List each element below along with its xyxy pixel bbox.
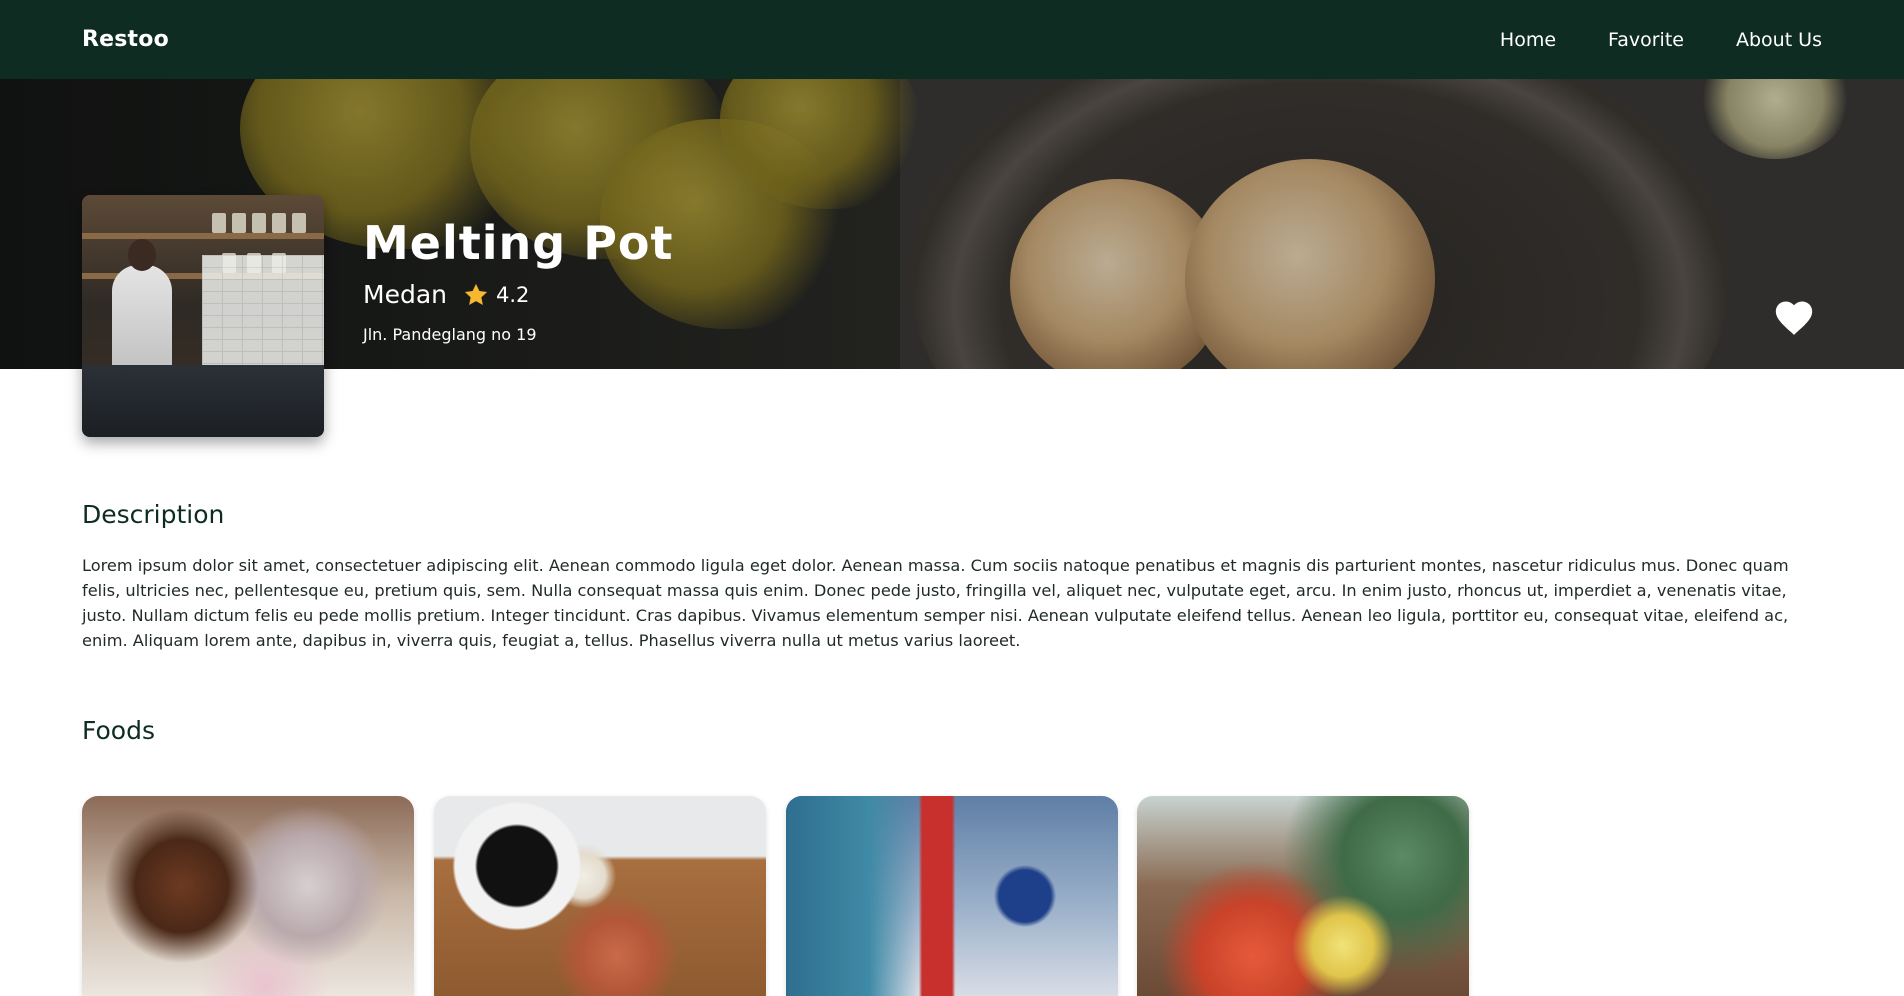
- food-card[interactable]: [82, 796, 414, 996]
- food-image: [786, 796, 1118, 996]
- restaurant-info: Melting Pot Medan 4.2 Jln. Pandeglang no…: [363, 215, 674, 344]
- description-title: Description: [82, 500, 225, 529]
- top-navbar: Restoo Home Favorite About Us: [0, 0, 1904, 79]
- restaurant-meta: Medan 4.2: [363, 279, 674, 311]
- food-card[interactable]: [434, 796, 766, 996]
- food-image: [82, 796, 414, 996]
- nav-link-favorite[interactable]: Favorite: [1582, 29, 1710, 51]
- star-icon: [464, 283, 488, 306]
- restaurant-city: Medan: [363, 280, 447, 309]
- nav-link-about-us[interactable]: About Us: [1710, 29, 1822, 51]
- heart-icon: [1775, 301, 1813, 335]
- restaurant-address: Jln. Pandeglang no 19: [363, 325, 537, 344]
- nav-links: Home Favorite About Us: [1474, 29, 1822, 51]
- restaurant-rating: 4.2: [495, 283, 530, 307]
- foods-title: Foods: [82, 716, 155, 745]
- restaurant-thumbnail: [82, 195, 324, 437]
- description-text: Lorem ipsum dolor sit amet, consectetuer…: [82, 556, 1789, 650]
- food-card[interactable]: [1137, 796, 1469, 996]
- brand-logo[interactable]: Restoo: [82, 27, 169, 52]
- favorite-button[interactable]: [1772, 296, 1816, 336]
- restaurant-name: Melting Pot: [363, 216, 674, 270]
- food-image: [1137, 796, 1469, 996]
- nav-link-home[interactable]: Home: [1474, 29, 1582, 51]
- food-image: [434, 796, 766, 996]
- food-card[interactable]: [786, 796, 1118, 996]
